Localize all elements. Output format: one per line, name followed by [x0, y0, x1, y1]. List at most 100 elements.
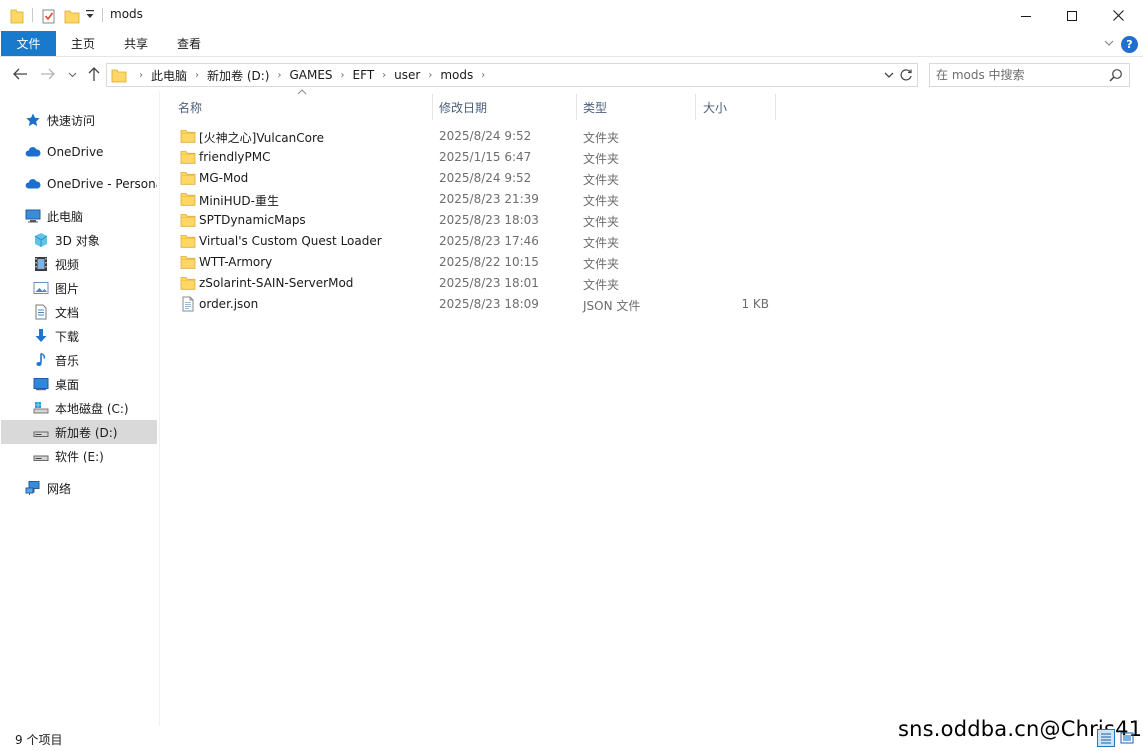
folder-icon — [180, 254, 196, 270]
file-name: MG-Mod — [199, 171, 249, 185]
breadcrumb-chevron-icon[interactable]: › — [481, 70, 485, 81]
sidebar-item-pictures[interactable]: 图片 — [1, 276, 157, 300]
new-folder-icon[interactable] — [64, 7, 80, 25]
sidebar-item-documents[interactable]: 文档 — [1, 300, 157, 324]
folder-icon — [10, 7, 24, 25]
file-type: 文件夹 — [583, 194, 620, 208]
help-icon[interactable]: ? — [1121, 36, 1138, 53]
breadcrumb-user[interactable]: user — [394, 68, 420, 82]
file-row[interactable]: WTT-Armory 2025/8/22 10:15 文件夹 — [170, 252, 774, 273]
sidebar-item-network[interactable]: 网络 — [1, 476, 157, 500]
properties-icon[interactable] — [41, 7, 57, 25]
quick-access-dropdown-icon[interactable] — [85, 9, 95, 27]
document-icon — [33, 304, 49, 320]
breadcrumb-drive-d[interactable]: 新加卷 (D:) — [207, 67, 269, 84]
breadcrumb-chevron-icon[interactable]: › — [341, 70, 345, 81]
breadcrumb-this-pc[interactable]: 此电脑 — [151, 67, 187, 84]
search-box[interactable] — [929, 63, 1130, 87]
json-file-icon — [180, 296, 196, 312]
search-icon[interactable] — [1109, 68, 1123, 85]
close-button[interactable] — [1095, 0, 1141, 31]
file-date: 2025/8/23 18:01 — [439, 276, 539, 290]
breadcrumb-chevron-icon[interactable]: › — [277, 70, 281, 81]
computer-icon — [25, 208, 41, 224]
file-row[interactable]: MG-Mod 2025/8/24 9:52 文件夹 — [170, 168, 774, 189]
film-icon — [33, 256, 49, 272]
column-divider[interactable] — [775, 94, 776, 120]
pane-divider[interactable] — [159, 91, 160, 726]
maximize-button[interactable] — [1049, 0, 1095, 31]
back-button[interactable] — [10, 65, 30, 83]
column-header-date[interactable]: 修改日期 — [439, 94, 574, 120]
sidebar-item-desktop[interactable]: 桌面 — [1, 372, 157, 396]
toolbar-divider — [32, 8, 33, 22]
column-divider[interactable] — [695, 94, 696, 120]
sidebar-item-this-pc[interactable]: 此电脑 — [1, 204, 157, 228]
tab-home[interactable]: 主页 — [60, 31, 106, 56]
file-type: 文件夹 — [583, 131, 620, 145]
breadcrumb-mods[interactable]: mods — [440, 68, 473, 82]
address-history-chevron-icon[interactable] — [883, 67, 895, 86]
recent-locations-chevron-icon[interactable] — [66, 65, 78, 83]
column-divider[interactable] — [432, 94, 433, 120]
column-divider[interactable] — [576, 94, 577, 120]
address-bar[interactable]: › 此电脑 › 新加卷 (D:) › GAMES › EFT › user › … — [106, 63, 918, 87]
file-row[interactable]: zSolarint-SAIN-ServerMod 2025/8/23 18:01… — [170, 273, 774, 294]
sidebar-item-quick-access[interactable]: 快速访问 — [1, 108, 157, 132]
file-name: WTT-Armory — [199, 255, 273, 269]
sidebar-item-drive-c[interactable]: 本地磁盘 (C:) — [1, 396, 157, 420]
tab-view[interactable]: 查看 — [166, 31, 212, 56]
sidebar-item-3d-objects[interactable]: 3D 对象 — [1, 228, 157, 252]
sidebar-item-videos[interactable]: 视频 — [1, 252, 157, 276]
file-date: 2025/8/23 17:46 — [439, 234, 539, 248]
breadcrumb-eft[interactable]: EFT — [353, 68, 375, 82]
file-date: 2025/8/23 18:09 — [439, 297, 539, 311]
window-title: mods — [110, 7, 143, 21]
expand-ribbon-chevron-icon[interactable] — [1103, 37, 1115, 52]
column-header-size[interactable]: 大小 — [703, 94, 773, 120]
file-row[interactable]: SPTDynamicMaps 2025/8/23 18:03 文件夹 — [170, 210, 774, 231]
breadcrumb-chevron-icon[interactable]: › — [428, 70, 432, 81]
file-type: 文件夹 — [583, 257, 620, 271]
minimize-button[interactable] — [1003, 0, 1049, 31]
file-row[interactable]: [火神之心]VulcanCore 2025/8/24 9:52 文件夹 — [170, 126, 774, 147]
sidebar-item-onedrive-personal[interactable]: OneDrive - Persona — [1, 172, 157, 196]
sidebar-item-onedrive[interactable]: OneDrive — [1, 140, 157, 164]
search-input[interactable] — [936, 67, 1101, 83]
tab-share[interactable]: 共享 — [113, 31, 159, 56]
breadcrumb-chevron-icon[interactable]: › — [195, 70, 199, 81]
up-button[interactable] — [85, 65, 103, 83]
cloud-icon — [25, 144, 41, 160]
system-drive-icon — [33, 400, 49, 416]
refresh-icon[interactable] — [898, 67, 914, 86]
file-type: 文件夹 — [583, 152, 620, 166]
column-header-type[interactable]: 类型 — [583, 94, 693, 120]
sidebar-item-downloads[interactable]: 下载 — [1, 324, 157, 348]
download-arrow-icon — [33, 328, 49, 344]
column-header-name[interactable]: 名称 — [178, 94, 431, 120]
folder-icon — [180, 170, 196, 186]
file-date: 2025/1/15 6:47 — [439, 150, 532, 164]
file-name: MiniHUD-重生 — [199, 194, 280, 208]
file-date: 2025/8/24 9:52 — [439, 171, 532, 185]
sidebar-item-music[interactable]: 音乐 — [1, 348, 157, 372]
file-row[interactable]: friendlyPMC 2025/1/15 6:47 文件夹 — [170, 147, 774, 168]
forward-button[interactable] — [38, 65, 58, 83]
breadcrumb-chevron-icon[interactable]: › — [382, 70, 386, 81]
file-row[interactable]: Virtual's Custom Quest Loader 2025/8/23 … — [170, 231, 774, 252]
large-icons-view-button[interactable] — [1118, 729, 1136, 747]
file-row[interactable]: order.json 2025/8/23 18:09 JSON 文件 1 KB — [170, 294, 774, 315]
file-size: 1 KB — [741, 297, 769, 311]
file-row[interactable]: MiniHUD-重生 2025/8/23 21:39 文件夹 — [170, 189, 774, 210]
breadcrumb-games[interactable]: GAMES — [289, 68, 332, 82]
breadcrumb-chevron-icon[interactable]: › — [139, 70, 143, 81]
navigation-bar: › 此电脑 › 新加卷 (D:) › GAMES › EFT › user › … — [0, 57, 1143, 91]
sidebar-item-drive-d[interactable]: 新加卷 (D:) — [1, 420, 157, 444]
star-icon — [25, 112, 41, 128]
file-name: Virtual's Custom Quest Loader — [199, 234, 382, 248]
file-type: 文件夹 — [583, 173, 620, 187]
sidebar-item-drive-e[interactable]: 软件 (E:) — [1, 444, 157, 468]
tab-file[interactable]: 文件 — [1, 31, 56, 56]
title-bar: mods — [0, 0, 1143, 31]
details-view-button[interactable] — [1097, 729, 1115, 747]
